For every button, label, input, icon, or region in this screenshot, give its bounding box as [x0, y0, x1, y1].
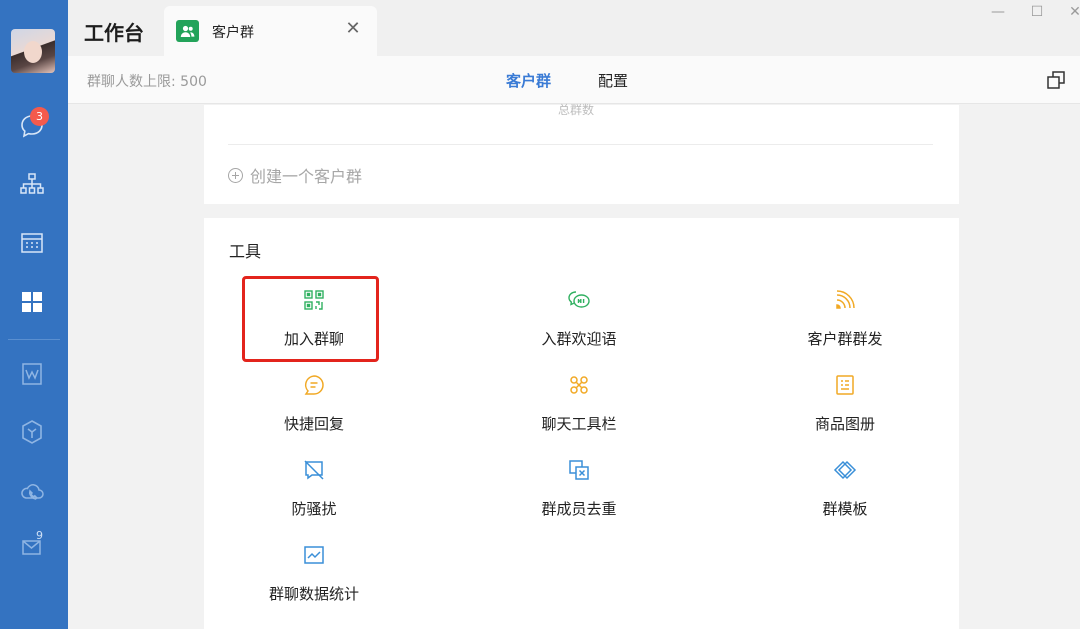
- tool-label: 客户群群发: [807, 330, 883, 348]
- sidebar: 3 9: [0, 0, 68, 629]
- tool-label: 群成员去重: [541, 500, 617, 518]
- tool-label: 入群欢迎语: [541, 330, 617, 348]
- minimize-icon[interactable]: —: [987, 2, 1009, 22]
- qr-code-icon: [304, 290, 324, 310]
- unread-badge: 3: [30, 107, 49, 126]
- dedupe-icon: [569, 460, 589, 480]
- tools-title: 工具: [229, 242, 262, 261]
- tool-label: 商品图册: [814, 415, 875, 433]
- chat-hi-icon: [568, 291, 590, 308]
- create-group-button[interactable]: 创建一个客户群: [228, 163, 362, 187]
- quick-reply-icon: [304, 375, 324, 395]
- maximize-icon[interactable]: ☐: [1026, 2, 1048, 22]
- tool-label: 防骚扰: [291, 500, 337, 518]
- tool-welcome-message[interactable]: 入群欢迎语: [504, 278, 654, 358]
- cloud-phone-icon[interactable]: [16, 475, 48, 507]
- tool-group-template[interactable]: 群模板: [770, 448, 920, 528]
- main-content: 总群数 创建一个客户群 工具 加入群聊 入群欢迎语 客户群群发 快捷回复 聊天工…: [68, 103, 1080, 629]
- group-member-limit: 群聊人数上限: 500: [87, 74, 207, 90]
- tool-label: 快捷回复: [283, 415, 344, 433]
- tool-chat-toolbar[interactable]: 聊天工具栏: [504, 363, 654, 443]
- popout-window-icon[interactable]: [1046, 70, 1066, 90]
- tab-config[interactable]: 配置: [598, 70, 628, 91]
- document-icon[interactable]: [16, 358, 48, 390]
- broadcast-icon: [836, 290, 855, 309]
- tool-product-catalog[interactable]: 商品图册: [770, 363, 920, 443]
- customer-group-card: 总群数 创建一个客户群: [204, 103, 959, 204]
- divider: [228, 144, 933, 145]
- title-bar: 工作台 客户群 ✕ — ☐ ✕: [68, 0, 1080, 56]
- hexagon-app-icon[interactable]: [16, 416, 48, 448]
- avatar[interactable]: [11, 29, 55, 73]
- tool-anti-harassment[interactable]: 防骚扰: [239, 448, 389, 528]
- org-chart-icon[interactable]: [16, 168, 48, 200]
- mail-icon[interactable]: [16, 530, 48, 562]
- tool-label: 群聊数据统计: [268, 585, 359, 603]
- tool-group-statistics[interactable]: 群聊数据统计: [239, 533, 389, 613]
- tab-customer-groups[interactable]: 客户群: [506, 70, 551, 91]
- tool-join-group[interactable]: 加入群聊: [239, 278, 389, 358]
- workbench-icon[interactable]: [16, 286, 48, 318]
- anti-harass-icon: [304, 460, 324, 480]
- window-close-icon[interactable]: ✕: [1064, 2, 1080, 22]
- tool-group-broadcast[interactable]: 客户群群发: [770, 278, 920, 358]
- calendar-icon[interactable]: [16, 227, 48, 259]
- create-group-label: 创建一个客户群: [250, 167, 363, 186]
- sub-header: 群聊人数上限: 500 客户群 配置: [68, 56, 1080, 104]
- statistics-icon: [304, 546, 324, 564]
- tab-label: 客户群: [212, 25, 254, 41]
- tool-label: 加入群聊: [283, 330, 344, 348]
- tool-quick-reply[interactable]: 快捷回复: [239, 363, 389, 443]
- close-tab-icon[interactable]: ✕: [343, 19, 363, 39]
- template-icon: [833, 460, 857, 480]
- tool-label: 聊天工具栏: [541, 415, 617, 433]
- app-title: 工作台: [84, 21, 144, 45]
- tool-dedupe-members[interactable]: 群成员去重: [504, 448, 654, 528]
- tool-label: 群模板: [822, 500, 868, 518]
- catalog-icon: [836, 375, 854, 395]
- sidebar-divider: [8, 339, 60, 340]
- total-groups-label: 总群数: [558, 103, 595, 117]
- mail-count: 9: [36, 529, 43, 542]
- toolbar-icon: [570, 376, 588, 394]
- tools-card: 工具 加入群聊 入群欢迎语 客户群群发 快捷回复 聊天工具栏 商品图册 防骚扰 …: [204, 218, 959, 629]
- group-icon: [176, 20, 199, 42]
- tab-customer-group[interactable]: 客户群 ✕: [164, 6, 377, 56]
- add-circle-icon: [228, 167, 243, 183]
